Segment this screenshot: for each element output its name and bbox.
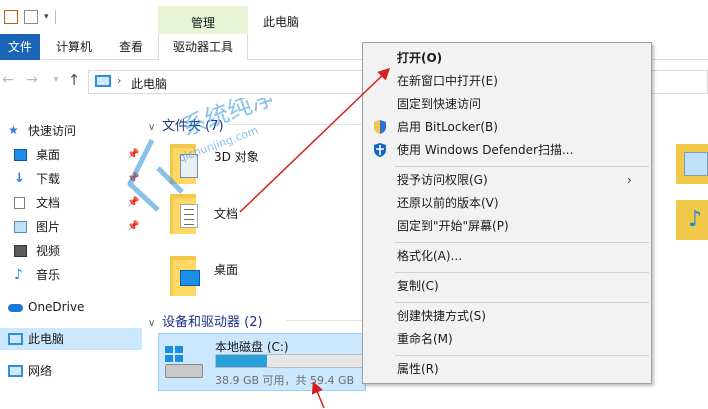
group-divider: [286, 320, 366, 321]
submenu-arrow-icon: ›: [627, 173, 632, 187]
folder-desktop-icon[interactable]: [170, 256, 200, 296]
up-arrow-icon[interactable]: ↑: [66, 70, 82, 90]
sidebar-item-label: 快速访问: [28, 124, 77, 138]
devices-group-header[interactable]: ∨ 设备和驱动器 (2): [148, 311, 263, 330]
breadcrumb-separator[interactable]: ›: [117, 74, 121, 87]
download-arrow-icon: ↓: [14, 171, 25, 186]
sidebar-item-this-pc[interactable]: 此电脑: [0, 328, 142, 350]
quick-access-toolbar: ▾: [4, 10, 56, 24]
back-arrow-icon[interactable]: ←: [0, 70, 16, 90]
shield-icon: [374, 120, 386, 134]
group-divider: [226, 124, 366, 125]
drive-usage-bar: [215, 354, 365, 368]
manage-label: 管理: [190, 16, 215, 30]
sidebar-item-onedrive[interactable]: OneDrive: [0, 296, 142, 318]
toolbar-divider: [54, 10, 56, 24]
menu-item-pin-start[interactable]: 固定到"开始"屏幕(P): [363, 215, 651, 237]
menu-separator: [395, 355, 649, 356]
defender-icon: [374, 143, 386, 157]
menu-item-defender-scan[interactable]: 使用 Windows Defender扫描...: [363, 139, 651, 161]
folder-desktop-label[interactable]: 桌面: [214, 261, 238, 278]
folder-3d-objects-label[interactable]: 3D 对象: [214, 148, 259, 165]
customize-toolbar-icon[interactable]: ▾: [44, 12, 49, 22]
navigation-pane: ★ 快速访问 桌面 📌 ↓ 下载 📌 文档 📌 图片 📌 视频 ♪ 音乐 One…: [0, 114, 142, 409]
menu-item-grant-access[interactable]: 授予访问权限(G) ›: [363, 169, 651, 191]
tab-computer[interactable]: 计算机: [44, 34, 104, 60]
menu-item-open-new-window[interactable]: 在新窗口中打开(E): [363, 70, 651, 92]
network-icon: [8, 365, 23, 377]
sidebar-item-label: 图片: [36, 220, 61, 234]
sidebar-item-network[interactable]: 网络: [0, 360, 142, 382]
sidebar-item-pictures[interactable]: 图片 📌: [0, 216, 142, 238]
drive-name: 本地磁盘 (C:): [215, 340, 289, 354]
breadcrumb-this-pc[interactable]: 此电脑: [131, 75, 167, 92]
document-icon: [14, 197, 25, 209]
picture-icon: [14, 221, 27, 233]
sidebar-item-label: 此电脑: [28, 332, 65, 346]
music-note-icon: ♪: [14, 267, 23, 283]
pin-icon[interactable]: 📌: [127, 144, 139, 166]
sidebar-item-videos[interactable]: 视频: [0, 240, 142, 262]
menu-item-pin-quick-access[interactable]: 固定到快速访问: [363, 93, 651, 115]
menu-separator: [395, 302, 649, 303]
sidebar-item-desktop[interactable]: 桌面 📌: [0, 144, 142, 166]
properties-icon[interactable]: [4, 10, 18, 24]
sidebar-item-documents[interactable]: 文档 📌: [0, 192, 142, 214]
hard-drive-icon: [163, 346, 203, 382]
star-icon: ★: [8, 123, 19, 137]
folders-group-title: 文件夹 (7): [162, 119, 224, 134]
sidebar-item-label: 下载: [36, 172, 61, 186]
computer-icon: [8, 333, 23, 345]
folder-documents-icon[interactable]: [170, 194, 198, 234]
menu-item-create-shortcut[interactable]: 创建快捷方式(S): [363, 305, 651, 327]
menu-separator: [395, 166, 649, 167]
window-title: 此电脑: [263, 15, 300, 29]
drive-free-space: 38.9 GB 可用，共 59.4 GB: [215, 374, 355, 387]
menu-item-rename[interactable]: 重命名(M): [363, 328, 651, 350]
chevron-down-icon: ∨: [148, 318, 156, 329]
menu-item-restore-versions[interactable]: 还原以前的版本(V): [363, 192, 651, 214]
folder-pictures-icon[interactable]: [676, 144, 708, 184]
sidebar-item-label: 文档: [36, 196, 61, 210]
forward-arrow-icon[interactable]: →: [24, 70, 40, 90]
sidebar-item-label: 视频: [36, 244, 61, 258]
folder-music-icon[interactable]: ♪: [676, 200, 708, 240]
menu-item-copy[interactable]: 复制(C): [363, 275, 651, 297]
this-pc-icon: [95, 75, 111, 87]
pin-icon[interactable]: 📌: [127, 168, 139, 190]
video-icon: [14, 245, 27, 257]
sidebar-item-music[interactable]: ♪ 音乐: [0, 264, 142, 286]
cloud-icon: [8, 304, 23, 312]
chevron-down-icon: ∨: [148, 122, 156, 133]
folder-3d-objects-icon[interactable]: [170, 144, 198, 184]
tab-file[interactable]: 文件: [0, 34, 40, 60]
recent-locations-icon[interactable]: ▾: [48, 70, 64, 90]
pin-icon[interactable]: 📌: [127, 216, 139, 238]
menu-item-properties[interactable]: 属性(R): [363, 358, 651, 380]
sidebar-item-quick-access[interactable]: ★ 快速访问: [0, 120, 142, 142]
menu-separator: [395, 242, 649, 243]
folder-documents-label[interactable]: 文档: [214, 205, 238, 222]
sidebar-item-label: 网络: [28, 364, 53, 378]
sidebar-item-label: 桌面: [36, 148, 61, 162]
context-menu: 打开(O) 在新窗口中打开(E) 固定到快速访问 启用 BitLocker(B)…: [362, 42, 652, 384]
menu-item-format[interactable]: 格式化(A)...: [363, 245, 651, 267]
new-folder-icon[interactable]: [24, 10, 38, 24]
devices-group-title: 设备和驱动器 (2): [162, 315, 263, 330]
sidebar-item-label: OneDrive: [28, 300, 85, 314]
sidebar-item-downloads[interactable]: ↓ 下载 📌: [0, 168, 142, 190]
folders-group-header[interactable]: ∨ 文件夹 (7): [148, 115, 224, 134]
drive-usage-fill: [216, 355, 268, 367]
tab-drive-tools[interactable]: 驱动器工具: [158, 34, 248, 60]
menu-item-bitlocker[interactable]: 启用 BitLocker(B): [363, 116, 651, 138]
menu-item-open[interactable]: 打开(O): [363, 47, 651, 69]
tab-view[interactable]: 查看: [112, 34, 150, 60]
drive-c-tile[interactable]: 本地磁盘 (C:) 38.9 GB 可用，共 59.4 GB: [158, 333, 366, 391]
menu-separator: [395, 272, 649, 273]
pin-icon[interactable]: 📌: [127, 192, 139, 214]
title-bar: ▾ 管理 此电脑: [0, 0, 708, 34]
sidebar-item-label: 音乐: [36, 268, 61, 282]
desktop-icon: [14, 149, 27, 161]
